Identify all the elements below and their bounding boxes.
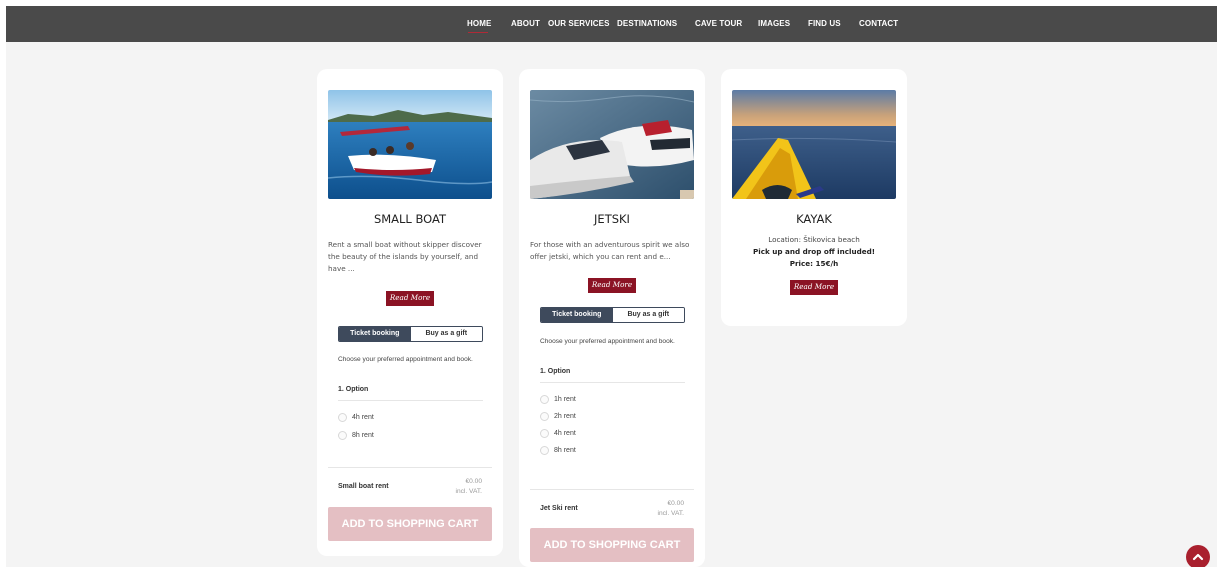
divider [338, 400, 483, 401]
radio-button[interactable] [540, 395, 549, 404]
scroll-to-top-button[interactable] [1186, 545, 1210, 567]
nav-contact[interactable]: CONTACT [859, 19, 898, 28]
small-boat-booking-toggle: Ticket booking Buy as a gift [338, 326, 483, 342]
option-label: 8h rent [352, 432, 374, 439]
small-boat-description: Rent a small boat without skipper discov… [328, 240, 482, 273]
jetski-option-8h[interactable]: 8h rent [540, 446, 576, 455]
price-vat-note: incl. VAT. [657, 510, 684, 517]
kayak-read-more-button[interactable]: Read More [790, 280, 838, 295]
price-value: €0.00 [465, 478, 482, 485]
chevron-up-icon [1192, 553, 1204, 561]
kayak-image [732, 90, 896, 199]
jetski-tab-buy-as-gift[interactable]: Buy as a gift [612, 308, 684, 322]
kayak-location: Location: Štikovica beach [768, 235, 860, 244]
jetski-image [530, 90, 694, 199]
nav-about[interactable]: ABOUT [511, 19, 540, 28]
option-label: 4h rent [554, 430, 576, 437]
small-boat-tab-ticket-booking[interactable]: Ticket booking [339, 327, 411, 341]
jetski-title: JETSKI [594, 212, 630, 226]
kayak-pickup-note: Pick up and drop off included! [752, 247, 876, 256]
jetski-booking-intro: Choose your preferred appointment and bo… [540, 338, 675, 345]
small-boat-image [328, 90, 492, 199]
nav-destinations[interactable]: DESTINATIONS [617, 19, 677, 28]
radio-button[interactable] [338, 413, 347, 422]
option-label: 8h rent [554, 447, 576, 454]
nav-our-services[interactable]: OUR SERVICES [548, 19, 610, 28]
small-boat-add-to-cart-button[interactable]: ADD TO SHOPPING CART [328, 507, 492, 541]
jetski-card: JETSKI For those with an adventurous spi… [519, 69, 705, 567]
jetski-price-label: Jet Ski rent [540, 505, 578, 512]
nav-images[interactable]: IMAGES [758, 19, 790, 28]
small-boat-option-8h[interactable]: 8h rent [338, 431, 374, 440]
jetski-description: For those with an adventurous spirit we … [530, 240, 690, 261]
radio-button[interactable] [540, 446, 549, 455]
small-boat-price-label: Small boat rent [338, 483, 389, 490]
divider [328, 467, 492, 468]
radio-button[interactable] [540, 429, 549, 438]
small-boat-read-more-button[interactable]: Read More [386, 291, 434, 306]
small-boat-option-heading: 1. Option [338, 386, 369, 393]
small-boat-booking-intro: Choose your preferred appointment and bo… [338, 356, 473, 363]
nav-home[interactable]: HOME [467, 19, 491, 28]
kayak-title: KAYAK [796, 212, 832, 226]
small-boat-tab-buy-as-gift[interactable]: Buy as a gift [410, 327, 482, 341]
small-boat-price: €0.00 incl. VAT. [428, 477, 482, 497]
option-label: 1h rent [554, 396, 576, 403]
main-nav: HOME ABOUT OUR SERVICES DESTINATIONS CAV… [6, 6, 1217, 42]
jetski-price: €0.00 incl. VAT. [630, 499, 684, 519]
nav-active-underline [468, 32, 488, 33]
jetski-option-2h[interactable]: 2h rent [540, 412, 576, 421]
jetski-tab-ticket-booking[interactable]: Ticket booking [541, 308, 613, 322]
option-label: 2h rent [554, 413, 576, 420]
small-boat-title: SMALL BOAT [373, 212, 447, 226]
nav-find-us[interactable]: FIND US [808, 19, 841, 28]
jetski-option-heading: 1. Option [540, 368, 571, 375]
jetski-option-4h[interactable]: 4h rent [540, 429, 576, 438]
kayak-card: KAYAK Location: Štikovica beach Pick up … [721, 69, 907, 326]
jetski-add-to-cart-button[interactable]: ADD TO SHOPPING CART [530, 528, 694, 562]
small-boat-option-4h[interactable]: 4h rent [338, 413, 374, 422]
page-frame: HOME ABOUT OUR SERVICES DESTINATIONS CAV… [6, 6, 1217, 567]
jetski-read-more-button[interactable]: Read More [588, 278, 636, 293]
option-label: 4h rent [352, 414, 374, 421]
small-boat-card: SMALL BOAT Rent a small boat without ski… [317, 69, 503, 556]
jetski-booking-toggle: Ticket booking Buy as a gift [540, 307, 685, 323]
kayak-info: Location: Štikovica beach Pick up and dr… [721, 234, 907, 270]
divider [530, 489, 694, 490]
kayak-price: Price: 15€/h [789, 259, 839, 268]
radio-button[interactable] [338, 431, 347, 440]
radio-button[interactable] [540, 412, 549, 421]
nav-cave-tour[interactable]: CAVE TOUR [695, 19, 742, 28]
jetski-option-1h[interactable]: 1h rent [540, 395, 576, 404]
divider [540, 382, 685, 383]
price-value: €0.00 [667, 500, 684, 507]
price-vat-note: incl. VAT. [455, 488, 482, 495]
